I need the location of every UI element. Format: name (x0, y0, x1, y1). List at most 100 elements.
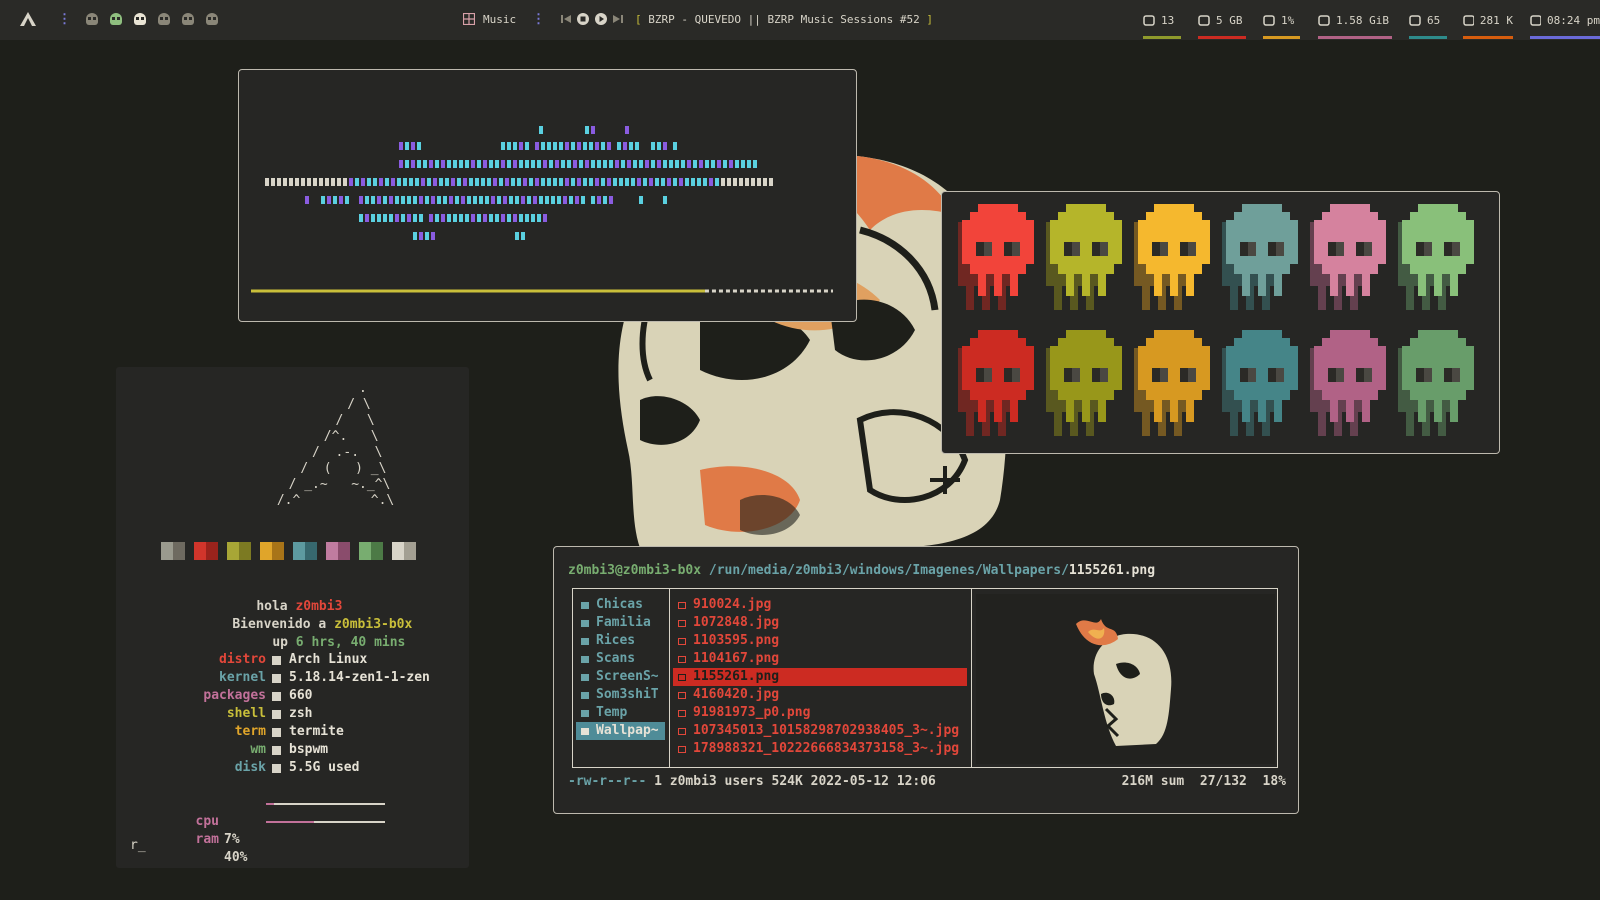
visualizer-bar (577, 178, 581, 186)
visualizer-bar (295, 178, 299, 186)
visualizer-bar (459, 160, 463, 168)
info-value: zsh (289, 706, 313, 721)
image-file-icon (678, 727, 686, 735)
status-cpu[interactable]: 1% (1263, 0, 1300, 40)
file-item[interactable]: 1104167.png (673, 650, 967, 668)
file-item[interactable]: 910024.jpg (673, 596, 967, 614)
file-item[interactable]: 107345013_10158298702938405_3~.jpg (673, 722, 967, 740)
visualizer-bar (521, 196, 525, 204)
folder-item[interactable]: Temp (576, 704, 665, 722)
skull-icon (1046, 330, 1122, 436)
arch-ascii-logo: . / \ / \ /^. \ / .-. \ / ( ) _\ / _.~ ~… (276, 381, 395, 508)
visualizer-bar (559, 142, 563, 150)
folder-item[interactable]: Wallpap~ (576, 722, 665, 740)
visualizer-bar (349, 178, 353, 186)
status-value: 08:24 pm (1547, 13, 1600, 27)
folder-item[interactable]: Familia (576, 614, 665, 632)
visualizer-bar (531, 160, 535, 168)
skull-palette (958, 204, 1474, 436)
audio-visualizer-window[interactable] (238, 69, 857, 322)
wifi-icon (1463, 14, 1474, 26)
file-item[interactable]: 1103595.png (673, 632, 967, 650)
visualizer-bar (705, 160, 709, 168)
folder-name: Temp (596, 705, 628, 720)
shell-prompt[interactable]: r_ (130, 837, 146, 855)
visualizer-bar (609, 196, 613, 204)
folder-icon (581, 673, 589, 681)
folder-item[interactable]: Scans (576, 650, 665, 668)
folder-item[interactable]: ScreenS~ (576, 668, 665, 686)
folder-name: Rices (596, 633, 636, 648)
visualizer-bar (757, 178, 761, 186)
visualizer-bar (551, 196, 555, 204)
visualizer-bar (405, 160, 409, 168)
skull-icon[interactable] (134, 13, 146, 25)
neofetch-terminal[interactable]: . / \ / \ /^. \ / .-. \ / ( ) _\ / _.~ ~… (116, 367, 469, 868)
visualizer-bar (703, 178, 707, 186)
visualizer-bar (471, 214, 475, 222)
visualizer-bar (447, 160, 451, 168)
file-name: 178988321_10222666834373158_3~.jpg (693, 741, 960, 756)
visualizer-bar (449, 196, 453, 204)
color-swatch (359, 542, 383, 560)
ranger-file-manager[interactable]: z0mbi3@z0mbi3-b0x /run/media/z0mbi3/wind… (553, 546, 1299, 814)
visualizer-bar (519, 160, 523, 168)
file-name: 1072848.jpg (693, 615, 780, 630)
color-swatch (161, 542, 185, 560)
file-item[interactable]: 4160420.jpg (673, 686, 967, 704)
status-wifi[interactable]: 281 K (1463, 0, 1513, 40)
skip-next-icon[interactable] (613, 14, 623, 24)
status-memory[interactable]: 1.58 GiB (1318, 0, 1392, 40)
status-updates[interactable]: 13 (1143, 0, 1181, 40)
arch-logo-icon[interactable] (20, 12, 36, 26)
visualizer-bar (535, 142, 539, 150)
visualizer-bar (567, 160, 571, 168)
visualizer-bar (451, 178, 455, 186)
stop-icon[interactable] (577, 13, 589, 25)
visualizer-bar (589, 178, 593, 186)
cpu-value: 7% (224, 832, 240, 847)
folder-item[interactable]: Rices (576, 632, 665, 650)
visualizer-bar (459, 214, 463, 222)
info-key: distro (219, 652, 266, 667)
visualizer-bar (673, 142, 677, 150)
color-skulls-window[interactable] (941, 191, 1500, 454)
visualizer-bar (395, 214, 399, 222)
visualizer-bar (385, 178, 389, 186)
skip-previous-icon[interactable] (561, 14, 571, 24)
memory-icon (1318, 14, 1330, 26)
visualizer-bar (565, 142, 569, 150)
visualizer-bar (535, 178, 539, 186)
visualizer-bar (403, 178, 407, 186)
status-underline (1318, 36, 1392, 39)
folder-icon (581, 691, 589, 699)
track-title[interactable]: [ BZRP - QUEVEDO || BZRP Music Sessions … (635, 13, 933, 26)
visualizer-bar (549, 160, 553, 168)
visualizer-bar (547, 178, 551, 186)
visualizer-bar (693, 160, 697, 168)
skull-icon[interactable] (86, 13, 98, 25)
status-volume[interactable]: 65 (1409, 0, 1447, 40)
skull-icon[interactable] (110, 13, 122, 25)
visualizer-bar (463, 178, 467, 186)
skull-icon[interactable] (158, 13, 170, 25)
status-clock[interactable]: 08:24 pm (1530, 0, 1600, 40)
skull-icon[interactable] (206, 13, 218, 25)
visualizer-bar (313, 178, 317, 186)
file-item[interactable]: 178988321_10222666834373158_3~.jpg (673, 740, 967, 758)
status-value: 5 GB (1216, 13, 1243, 27)
visualizer-bar (739, 178, 743, 186)
skull-icon[interactable] (182, 13, 194, 25)
folder-item[interactable]: Som3shiT (576, 686, 665, 704)
visualizer-bar (513, 160, 517, 168)
file-item[interactable]: 1155261.png (673, 668, 967, 686)
play-icon[interactable] (595, 13, 607, 25)
visualizer-bar (441, 160, 445, 168)
file-item[interactable]: 1072848.jpg (673, 614, 967, 632)
visualizer-bar (337, 178, 341, 186)
file-item[interactable]: 91981973_p0.png (673, 704, 967, 722)
folder-item[interactable]: Chicas (576, 596, 665, 614)
status-disk[interactable]: 5 GB (1198, 0, 1246, 40)
visualizer-bar (675, 160, 679, 168)
updates-icon (1143, 14, 1155, 26)
